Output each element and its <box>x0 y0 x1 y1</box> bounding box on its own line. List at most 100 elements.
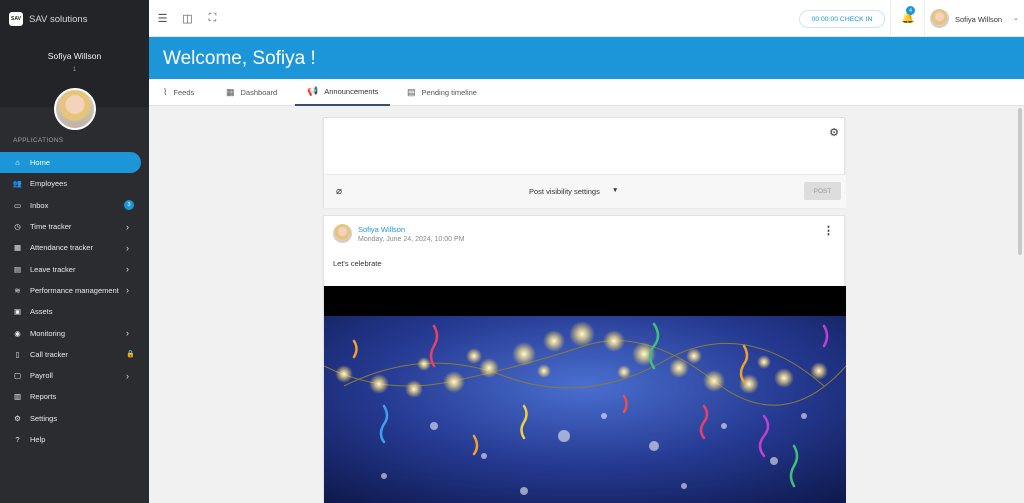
sidebar-menu: ⌂ Home 👥 Employees ▭ Inbox 3 ◷ Time trac… <box>0 152 149 450</box>
caret-down-icon[interactable]: ▼ <box>612 187 618 194</box>
sidebar-item-label: Leave tracker <box>30 264 76 274</box>
phone-icon: ▯ <box>15 349 20 359</box>
visibility-select[interactable]: Post visibility settings <box>529 187 600 196</box>
sidebar-user-sub: 1 <box>72 67 77 73</box>
chevron-right-icon: › <box>126 264 129 275</box>
sidebar-item-time-tracker[interactable]: ◷ Time tracker › <box>0 216 149 237</box>
sidebar-item-settings[interactable]: ⚙ Settings <box>0 408 149 429</box>
welcome-banner: Welcome, Sofiya ! <box>149 37 1024 79</box>
report-icon: ▥ <box>13 392 22 402</box>
dashboard-icon: ▦ <box>226 87 235 97</box>
sidebar-item-label: Inbox <box>30 200 49 210</box>
lock-icon: 🔒 <box>126 351 135 359</box>
calendar-leave-icon: ▤ <box>13 264 22 274</box>
eye-icon: ◉ <box>14 328 21 338</box>
divider <box>890 0 891 37</box>
tab-bar: ⌇ Feeds ▦ Dashboard 📢 Announcements ▤ Pe… <box>149 79 1024 106</box>
sidebar-item-label: Performance management <box>30 285 119 295</box>
post-image <box>324 286 846 503</box>
post-author[interactable]: Sofiya Willson <box>358 225 405 234</box>
sidebar-item-leave-tracker[interactable]: ▤ Leave tracker › <box>0 258 149 279</box>
brand-logo: SAV <box>9 12 23 26</box>
sidebar-item-label: Payroll <box>30 371 53 381</box>
sidebar-item-reports[interactable]: ▥ Reports <box>0 386 149 407</box>
chevron-right-icon: › <box>126 328 129 339</box>
wifi-icon: ≋ <box>14 285 21 295</box>
notification-badge: 4 <box>906 6 915 15</box>
sidebar-item-label: Assets <box>30 307 53 317</box>
tab-label: Pending timeline <box>421 88 477 97</box>
sidebar-item-home[interactable]: ⌂ Home <box>0 152 141 174</box>
users-icon: 👥 <box>12 179 23 189</box>
post-card: Sofiya Willson Monday, June 24, 2024, 10… <box>323 215 846 503</box>
sidebar-item-performance-management[interactable]: ≋ Performance management › <box>0 280 149 301</box>
composer-footer: ⌀ Post visibility settings ▼ POST <box>324 175 846 208</box>
sidebar-item-label: Attendance tracker <box>30 243 93 253</box>
tab-pending-timeline[interactable]: ▤ Pending timeline <box>407 79 477 106</box>
sidebar-item-label: Monitoring <box>30 328 66 338</box>
sidebar-item-monitoring[interactable]: ◉ Monitoring › <box>0 322 149 343</box>
user-menu-name[interactable]: Sofiya Willson <box>955 15 1002 24</box>
chevron-right-icon: › <box>126 285 129 296</box>
tab-label: Dashboard <box>240 88 278 97</box>
sidebar: SAV SAV solutions Sofiya Willson 1 APPLI… <box>0 0 149 503</box>
sidebar-item-label: Reports <box>30 392 57 402</box>
app-root: SAV SAV solutions Sofiya Willson 1 APPLI… <box>0 0 1024 503</box>
panel-toggle-icon[interactable]: ◫ <box>181 12 194 25</box>
avatar[interactable] <box>930 9 949 28</box>
tab-feeds[interactable]: ⌇ Feeds <box>163 79 194 106</box>
avatar[interactable] <box>333 224 352 243</box>
calendar-icon: ▦ <box>13 243 22 253</box>
brand-name: SAV solutions <box>29 13 88 25</box>
post-text: Let's celebrate <box>333 259 382 268</box>
celebration-image <box>324 286 846 503</box>
page-title: Welcome, Sofiya ! <box>163 48 316 69</box>
sidebar-item-label: Settings <box>30 413 58 423</box>
tab-dashboard[interactable]: ▦ Dashboard <box>226 79 277 106</box>
sidebar-item-label: Home <box>30 158 51 168</box>
attachment-icon[interactable]: ⌀ <box>336 186 342 197</box>
gear-icon[interactable]: ⚙ <box>829 126 839 139</box>
sidebar-item-help[interactable]: ? Help <box>0 429 149 450</box>
chevron-right-icon: › <box>126 221 129 232</box>
inbox-badge: 3 <box>124 200 134 211</box>
sidebar-item-label: Help <box>30 435 46 444</box>
clock-icon: ◷ <box>14 222 21 232</box>
chevron-down-icon[interactable]: ⌄ <box>1013 14 1019 22</box>
sidebar-item-call-tracker[interactable]: ▯ Call tracker 🔒 <box>0 344 149 365</box>
fullscreen-icon[interactable]: ⛶ <box>206 12 219 25</box>
sidebar-item-inbox[interactable]: ▭ Inbox 3 <box>0 195 149 216</box>
post-text-area[interactable]: ⚙ <box>324 118 846 175</box>
chevron-right-icon: › <box>126 370 129 381</box>
hamburger-menu-icon[interactable]: ☰ <box>156 12 169 25</box>
top-bar: ☰ ◫ ⛶ 00:00:00 CHECK IN 🔔 4 Sofiya Wills… <box>149 0 1024 37</box>
sidebar-item-payroll[interactable]: ▢ Payroll › <box>0 365 149 386</box>
sidebar-user-name: Sofiya Willson <box>47 51 102 61</box>
help-icon: ? <box>15 435 20 444</box>
main-content: ⚙ ⌀ Post visibility settings ▼ POST Sofi… <box>149 106 1024 503</box>
sidebar-item-label: Call tracker <box>30 349 68 359</box>
gear-icon: ⚙ <box>14 413 21 423</box>
rss-icon: ⌇ <box>163 87 168 97</box>
tab-announcements[interactable]: 📢 Announcements <box>295 79 391 106</box>
post-button[interactable]: POST <box>804 182 841 200</box>
megaphone-icon: 📢 <box>307 86 319 96</box>
sidebar-item-label: Employees <box>30 179 68 189</box>
sidebar-item-attendance-tracker[interactable]: ▦ Attendance tracker › <box>0 237 149 258</box>
timeline-icon: ▤ <box>407 87 416 97</box>
home-icon: ⌂ <box>15 158 20 168</box>
post-date: Monday, June 24, 2024, 10:00 PM <box>358 236 465 243</box>
tab-label: Announcements <box>324 87 379 96</box>
wallet-icon: ▢ <box>13 371 22 381</box>
scrollbar[interactable] <box>1018 108 1022 255</box>
sidebar-item-assets[interactable]: ▣ Assets <box>0 301 149 322</box>
sidebar-section-label: APPLICATIONS <box>13 137 64 144</box>
more-options-icon[interactable]: ⋮ <box>823 224 834 237</box>
sidebar-item-employees[interactable]: 👥 Employees <box>0 173 149 194</box>
inbox-icon: ▭ <box>13 200 22 210</box>
sidebar-avatar[interactable] <box>54 88 96 130</box>
check-in-button[interactable]: 00:00:00 CHECK IN <box>799 10 885 28</box>
tab-label: Feeds <box>173 88 195 97</box>
box-icon: ▣ <box>13 307 22 317</box>
brand[interactable]: SAV SAV solutions <box>9 12 87 26</box>
